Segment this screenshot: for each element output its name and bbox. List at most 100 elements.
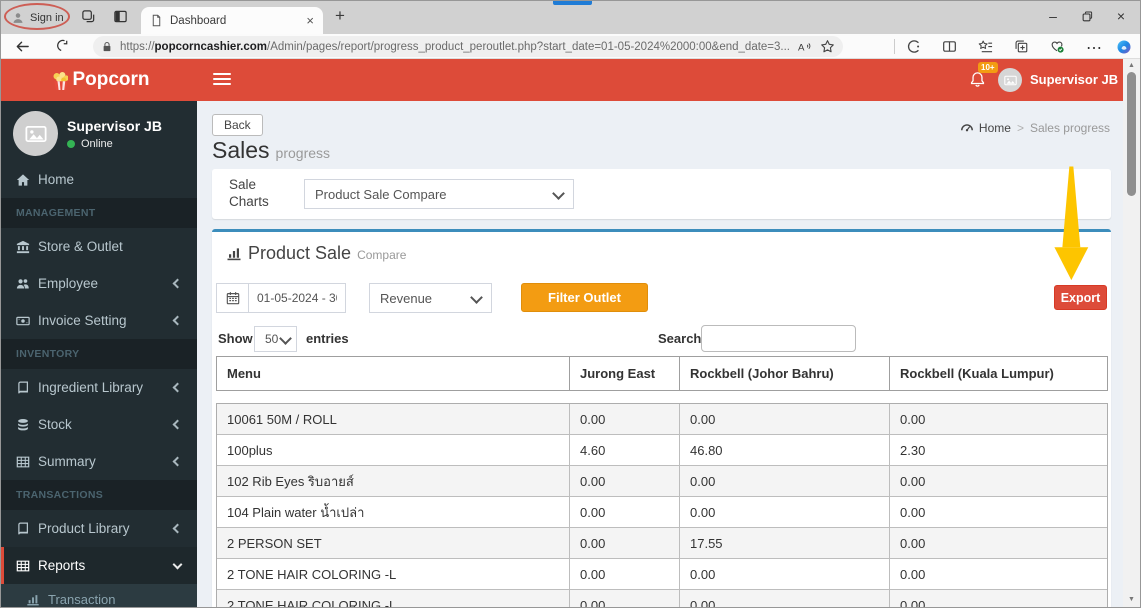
- sidebar-item-label: Store & Outlet: [38, 239, 123, 254]
- menu-cell: 10061 50M / ROLL: [217, 404, 570, 434]
- signin-label: Sign in: [30, 11, 64, 24]
- favorite-star-icon[interactable]: [820, 39, 835, 54]
- close-window-button[interactable]: ×: [1104, 1, 1138, 31]
- breadcrumb-home[interactable]: Home: [960, 121, 1011, 135]
- page-title: Sales progress: [212, 137, 331, 163]
- sale-charts-select[interactable]: Product Sale Compare: [304, 179, 574, 209]
- sidebar-toggle-button[interactable]: [213, 73, 231, 88]
- minimize-button[interactable]: –: [1036, 1, 1070, 31]
- chart-bar-icon: [226, 246, 242, 262]
- column-header-jurong-east[interactable]: Jurong East: [570, 357, 680, 390]
- value-cell: 0.00: [680, 497, 890, 527]
- sidebar-item-stock[interactable]: Stock: [1, 406, 197, 443]
- sidebar-item-store-outlet[interactable]: Store & Outlet: [1, 228, 197, 265]
- workspaces-icon[interactable]: [81, 9, 96, 24]
- sidebar-item-summary[interactable]: Summary: [1, 443, 197, 480]
- search-input[interactable]: [701, 325, 856, 352]
- sidebar-item-employee[interactable]: Employee: [1, 265, 197, 302]
- filter-outlet-button[interactable]: Filter Outlet: [521, 283, 648, 312]
- value-cell: 0.00: [900, 566, 926, 582]
- vertical-tabs-icon[interactable]: [113, 9, 128, 24]
- table-icon: [16, 455, 38, 469]
- calendar-icon[interactable]: [216, 283, 249, 313]
- page-length-select[interactable]: 50: [254, 326, 297, 352]
- chevron-left-icon: [172, 419, 183, 430]
- sidebar: Supervisor JB Online Home MANAGEMENT Store…: [1, 101, 197, 607]
- scrollbar-thumb[interactable]: [1127, 72, 1136, 196]
- date-range-input[interactable]: [249, 283, 346, 313]
- browser-toolbar: https://popcorncashier.com/Admin/pages/r…: [1, 34, 1140, 59]
- column-header-menu[interactable]: Menu: [217, 357, 570, 390]
- value-cell: 0.00: [680, 559, 890, 589]
- value-cell: 4.60: [570, 435, 680, 465]
- table-header: Menu Jurong East Rockbell (Johor Bahru) Roc…: [216, 356, 1108, 391]
- scroll-up-icon[interactable]: ▲: [1123, 59, 1140, 72]
- menu-cell: 102 Rib Eyes ริบอายส์: [217, 466, 570, 496]
- collections-icon[interactable]: [1014, 39, 1029, 54]
- read-aloud-icon[interactable]: A: [797, 40, 813, 54]
- shield-check-icon[interactable]: [1050, 39, 1065, 54]
- book-icon: [16, 522, 38, 536]
- sidebar-item-home[interactable]: Home: [1, 161, 197, 198]
- screen: Sign in Dashboard × + – × https://popcor…: [0, 0, 1141, 608]
- value-cell: 0.00: [570, 590, 680, 607]
- column-header-rockbell-kuala-lumpur[interactable]: Rockbell (Kuala Lumpur): [890, 357, 1107, 390]
- menu-cell: 100plus: [217, 435, 570, 465]
- app-logo[interactable]: Popcorn: [1, 59, 197, 101]
- sidebar-user-name: Supervisor JB: [67, 118, 162, 134]
- split-screen-icon[interactable]: [942, 39, 957, 54]
- menu-cell: 104 Plain water น้ำเปล่า: [217, 497, 570, 527]
- sidebar-item-product-library[interactable]: Product Library: [1, 510, 197, 547]
- browser-essentials-icon[interactable]: [906, 39, 921, 54]
- address-bar[interactable]: https://popcorncashier.com/Admin/pages/r…: [93, 36, 843, 57]
- column-header-rockbell-johor-bahru[interactable]: Rockbell (Johor Bahru): [680, 357, 890, 390]
- navbar-user-name[interactable]: Supervisor JB: [1030, 59, 1118, 101]
- value-cell: 0.00: [570, 559, 680, 589]
- notification-badge: 10+: [978, 62, 998, 73]
- signin-button[interactable]: Sign in: [11, 7, 64, 28]
- page-scrollbar[interactable]: ▲ ▼: [1123, 59, 1140, 607]
- table-row: 2 PERSON SET 0.00 17.55 0.00: [217, 528, 1107, 559]
- toolbar-divider: [894, 39, 895, 54]
- measure-select[interactable]: Revenue: [369, 283, 492, 313]
- lock-icon: [101, 41, 113, 53]
- tab-close-icon[interactable]: ×: [306, 13, 314, 28]
- chevron-left-icon: [172, 456, 183, 467]
- menu-cell: 2 PERSON SET: [217, 528, 570, 558]
- date-range-group: [216, 283, 346, 313]
- breadcrumb-current: Sales progress: [1029, 121, 1110, 135]
- scroll-down-icon[interactable]: ▼: [1123, 593, 1140, 606]
- value-cell: 0.00: [680, 404, 890, 434]
- sale-charts-label: Sale Charts: [229, 177, 269, 209]
- chevron-left-icon: [172, 523, 183, 534]
- sale-charts-card: Sale Charts Product Sale Compare: [212, 169, 1111, 219]
- value-cell: 0.00: [900, 473, 926, 489]
- gauge-icon: [960, 121, 974, 135]
- browser-tab-dashboard[interactable]: Dashboard ×: [141, 7, 323, 34]
- copilot-icon[interactable]: [1116, 39, 1132, 55]
- sidebar-item-invoice-setting[interactable]: Invoice Setting: [1, 302, 197, 339]
- value-cell: 0.00: [680, 466, 890, 496]
- brand-text: Popcorn: [72, 69, 150, 90]
- sidebar-item-label: Invoice Setting: [38, 313, 127, 328]
- notifications-bell-icon[interactable]: [969, 71, 986, 88]
- restore-button[interactable]: [1070, 1, 1104, 31]
- export-button[interactable]: Export: [1054, 285, 1107, 310]
- sidebar-item-reports[interactable]: Reports: [1, 547, 197, 584]
- sidebar-avatar: [13, 111, 58, 156]
- table-row: 100plus 4.60 46.80 2.30: [217, 435, 1107, 466]
- back-arrow-icon[interactable]: [15, 39, 30, 54]
- back-button[interactable]: Back: [212, 114, 263, 136]
- sidebar-item-transaction[interactable]: Transaction: [1, 584, 197, 607]
- entries-label: entries: [306, 331, 349, 346]
- more-icon[interactable]: ⋯: [1086, 41, 1102, 57]
- value-cell: 0.00: [900, 411, 926, 427]
- sidebar-item-ingredient-library[interactable]: Ingredient Library: [1, 369, 197, 406]
- sidebar-user-status: Online: [67, 138, 113, 150]
- app-navbar: 10+ Supervisor JB: [197, 59, 1140, 101]
- refresh-icon[interactable]: [55, 39, 69, 53]
- new-tab-button[interactable]: +: [335, 6, 345, 26]
- favorites-bar-icon[interactable]: [978, 39, 993, 54]
- table-row: 102 Rib Eyes ริบอายส์ 0.00 0.00 0.00: [217, 466, 1107, 497]
- navbar-avatar[interactable]: [998, 68, 1022, 92]
